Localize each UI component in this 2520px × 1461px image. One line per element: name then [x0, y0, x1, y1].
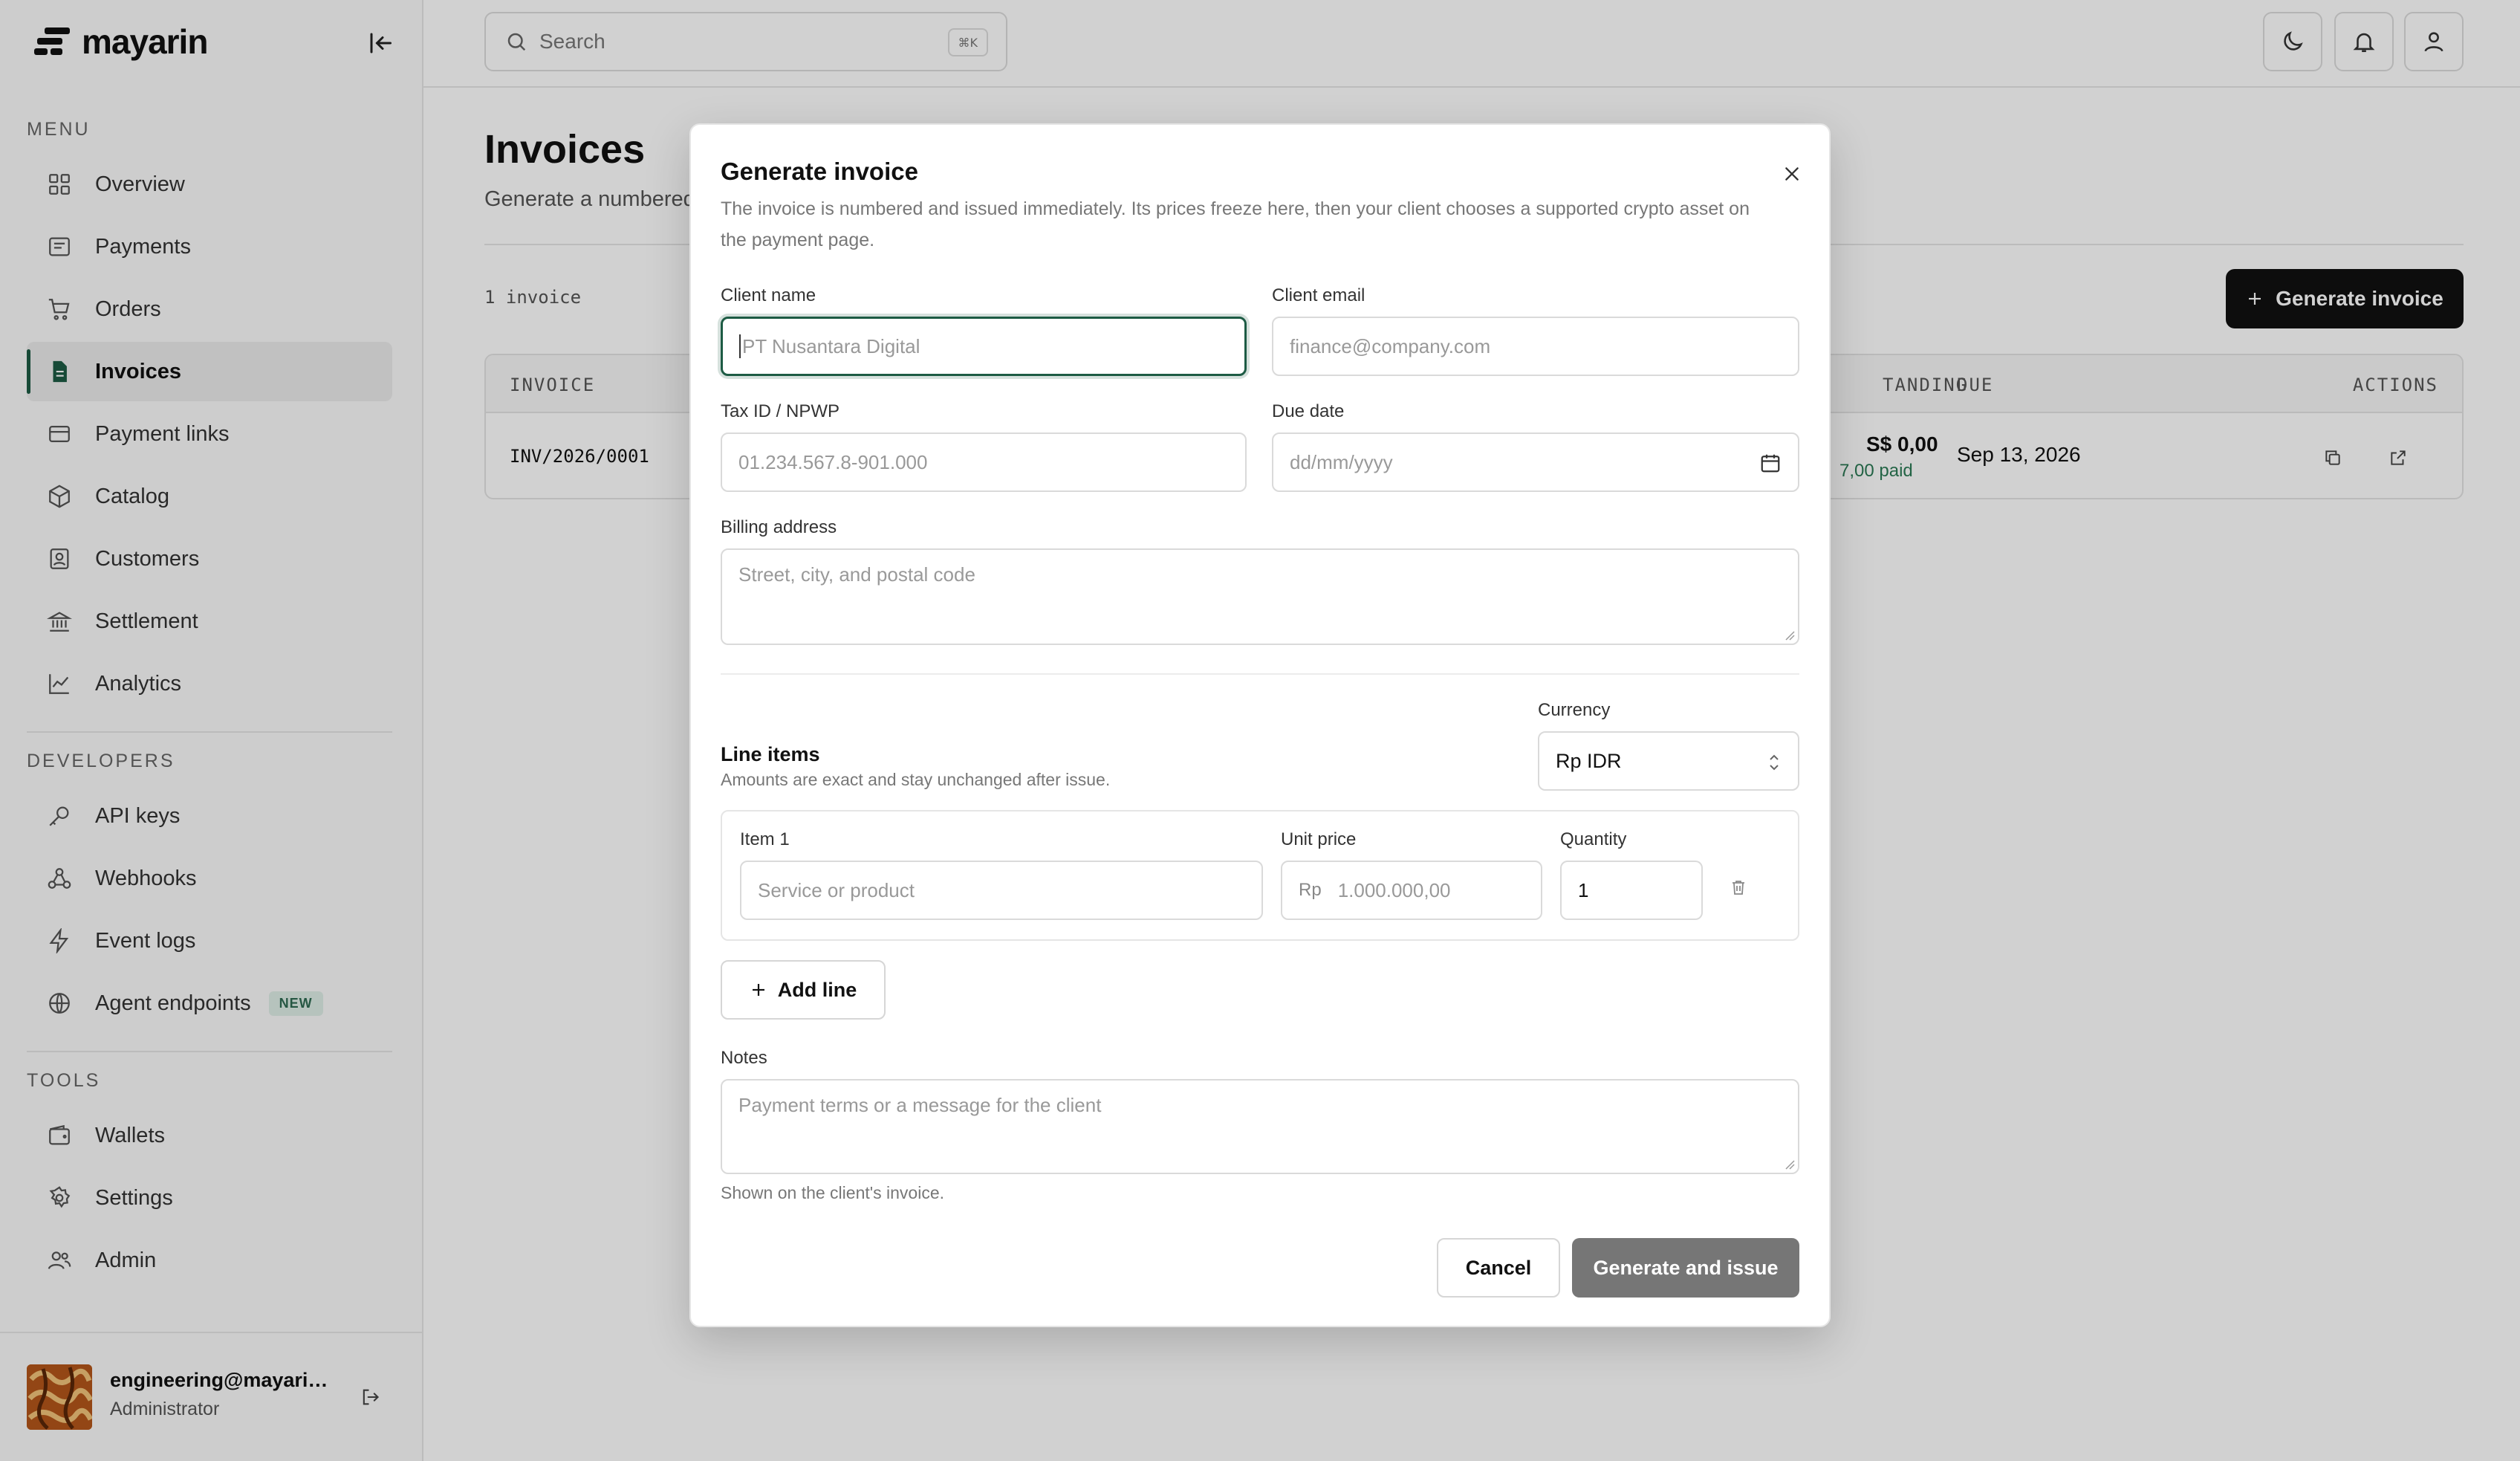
due-date-field[interactable]: dd/mm/yyyy: [1272, 433, 1799, 492]
client-email-field[interactable]: finance@company.com: [1272, 317, 1799, 376]
currency-value: Rp IDR: [1556, 749, 1622, 772]
notes-hint: Shown on the client's invoice.: [721, 1183, 945, 1202]
dialog-description: The invoice is numbered and issued immed…: [721, 198, 1750, 250]
generate-and-issue-button[interactable]: Generate and issue: [1572, 1238, 1799, 1298]
generate-invoice-dialog: Generate invoice The invoice is numbered…: [689, 123, 1831, 1327]
add-line-button[interactable]: Add line: [721, 960, 886, 1020]
billing-address-field[interactable]: Street, city, and postal code: [721, 548, 1799, 645]
notes-field[interactable]: Payment terms or a message for the clien…: [721, 1079, 1799, 1174]
cancel-label: Cancel: [1465, 1256, 1532, 1279]
notes-label: Notes: [721, 1048, 767, 1068]
quantity-label: Quantity: [1560, 829, 1627, 849]
trash-icon: [1732, 881, 1744, 895]
dialog-title: Generate invoice: [721, 158, 918, 185]
remove-line-button[interactable]: [1727, 875, 1750, 899]
client-name-label: Client name: [721, 285, 816, 305]
chevron-up-down-icon: [1770, 754, 1779, 771]
resize-handle-icon[interactable]: [1785, 630, 1795, 641]
text-caret: [739, 334, 741, 358]
cancel-button[interactable]: Cancel: [1437, 1238, 1560, 1298]
quantity-field[interactable]: 1: [1560, 861, 1703, 920]
currency-label: Currency: [1538, 700, 1611, 720]
close-button[interactable]: [1774, 156, 1810, 192]
billing-address-placeholder: Street, city, and postal code: [738, 563, 975, 586]
unit-price-field[interactable]: Rp 1.000.000,00: [1281, 861, 1542, 920]
unit-price-placeholder: 1.000.000,00: [1337, 878, 1451, 901]
generate-and-issue-label: Generate and issue: [1593, 1256, 1779, 1279]
resize-handle-icon[interactable]: [1785, 1159, 1795, 1170]
client-email-placeholder: finance@company.com: [1290, 334, 1491, 357]
line-items-title: Line items: [721, 743, 820, 765]
unit-price-label: Unit price: [1281, 829, 1357, 849]
currency-prefix: Rp: [1299, 880, 1322, 900]
add-line-label: Add line: [777, 978, 857, 1001]
due-date-label: Due date: [1272, 401, 1345, 421]
item-label: Item 1: [740, 829, 790, 849]
tax-id-placeholder: 01.234.567.8-901.000: [738, 450, 928, 473]
client-name-field[interactable]: PT Nusantara Digital: [721, 317, 1247, 376]
due-date-placeholder: dd/mm/yyyy: [1290, 450, 1393, 473]
tax-id-field[interactable]: 01.234.567.8-901.000: [721, 433, 1247, 492]
line-items-subtitle: Amounts are exact and stay unchanged aft…: [721, 770, 1111, 789]
client-name-placeholder: PT Nusantara Digital: [742, 334, 920, 357]
item-description-field[interactable]: Service or product: [740, 861, 1263, 920]
billing-address-label: Billing address: [721, 517, 837, 537]
currency-select[interactable]: Rp IDR: [1538, 731, 1799, 791]
tax-id-label: Tax ID / NPWP: [721, 401, 840, 421]
calendar-icon[interactable]: [1759, 452, 1782, 474]
quantity-value: 1: [1578, 878, 1589, 901]
notes-placeholder: Payment terms or a message for the clien…: [738, 1094, 1102, 1116]
close-icon: [1785, 167, 1799, 181]
client-email-label: Client email: [1272, 285, 1365, 305]
item-placeholder: Service or product: [758, 878, 915, 901]
plus-icon: [752, 984, 764, 996]
section-divider: [721, 673, 1799, 675]
